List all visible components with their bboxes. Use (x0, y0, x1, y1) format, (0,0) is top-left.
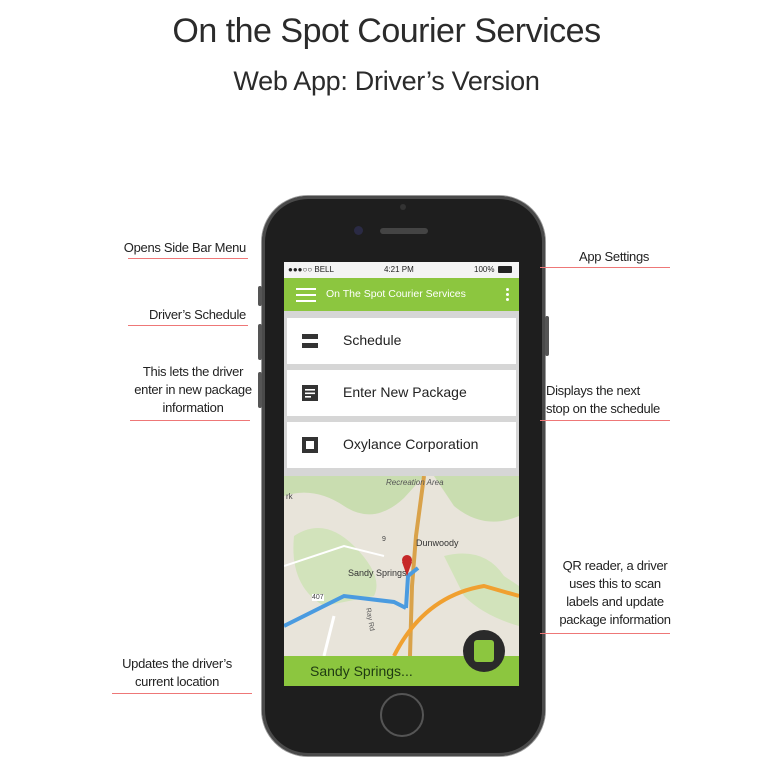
qr-reader-button[interactable] (463, 630, 505, 672)
clock-label: 4:21 PM (384, 265, 414, 274)
map-label-recreation: Recreation Area (386, 478, 444, 487)
annotation-location-line-2: current location (134, 674, 220, 689)
leader-qr (540, 633, 670, 634)
mute-switch (258, 286, 262, 306)
annotation-side-menu: Opens Side Bar Menu (123, 240, 247, 255)
annotation-qr-line-1: QR reader, a driver (562, 558, 668, 573)
phone-screen: ●●●○○ BELL 4:21 PM 100% On The Spot Cour… (284, 262, 519, 686)
page-title: On the Spot Courier Services (172, 12, 601, 50)
stop-icon (302, 437, 318, 453)
next-stop-label: Oxylance Corporation (343, 436, 479, 452)
app-title: On The Spot Courier Services (326, 288, 466, 300)
hamburger-menu-icon[interactable] (296, 288, 316, 302)
new-package-card[interactable]: Enter New Package (287, 370, 516, 416)
new-package-label: Enter New Package (343, 384, 467, 400)
annotation-next-stop-line-2: stop on the schedule (546, 401, 660, 416)
map-canvas (284, 476, 519, 656)
schedule-icon (302, 334, 318, 348)
leader-settings (540, 267, 670, 268)
current-location-text: Sandy Springs... (310, 663, 413, 679)
map-label-sandy-springs: Sandy Springs (348, 568, 407, 578)
schedule-card[interactable]: Schedule (287, 318, 516, 364)
schedule-label: Schedule (343, 332, 402, 348)
annotation-new-package-line-2: enter in new package (134, 382, 252, 397)
qr-code-icon (474, 640, 494, 662)
package-icon (302, 385, 318, 401)
annotation-new-package-line-1: This lets the driver (142, 364, 244, 379)
annotation-qr-line-2: uses this to scan (569, 576, 661, 591)
annotation-qr-line-4: package information (559, 612, 671, 627)
battery-icon (498, 266, 512, 273)
earpiece-speaker (380, 228, 428, 234)
front-camera (354, 226, 363, 235)
annotation-settings: App Settings (579, 249, 650, 264)
volume-up-button (258, 324, 262, 360)
annotation-schedule: Driver’s Schedule (148, 307, 246, 322)
map-label-route-407: 407 (312, 594, 324, 601)
leader-next-stop (540, 420, 670, 421)
carrier-label: ●●●○○ BELL (288, 265, 334, 274)
leader-side-menu (128, 258, 248, 259)
map-view[interactable]: Recreation Area Dunwoody Sandy Springs r… (284, 476, 519, 656)
map-label-dunwoody: Dunwoody (416, 538, 459, 548)
map-label-park: rk (286, 492, 293, 501)
annotation-next-stop-line-1: Displays the next (546, 383, 640, 398)
page-subtitle: Web App: Driver’s Version (233, 66, 540, 96)
proximity-sensor (400, 204, 406, 210)
power-button (545, 316, 549, 356)
annotation-qr-line-3: labels and update (566, 594, 664, 609)
home-button[interactable] (380, 693, 424, 737)
next-stop-card[interactable]: Oxylance Corporation (287, 422, 516, 468)
app-bar: On The Spot Courier Services (284, 278, 519, 311)
leader-location (112, 693, 252, 694)
annotation-new-package-line-3: information (162, 400, 224, 415)
leader-schedule (128, 325, 248, 326)
settings-kebab-icon[interactable] (506, 288, 509, 303)
battery-label: 100% (474, 265, 495, 274)
map-label-route-9: 9 (382, 536, 386, 543)
annotation-location-line-1: Updates the driver’s (122, 656, 232, 671)
status-bar: ●●●○○ BELL 4:21 PM 100% (284, 262, 519, 278)
leader-new-package (130, 420, 250, 421)
